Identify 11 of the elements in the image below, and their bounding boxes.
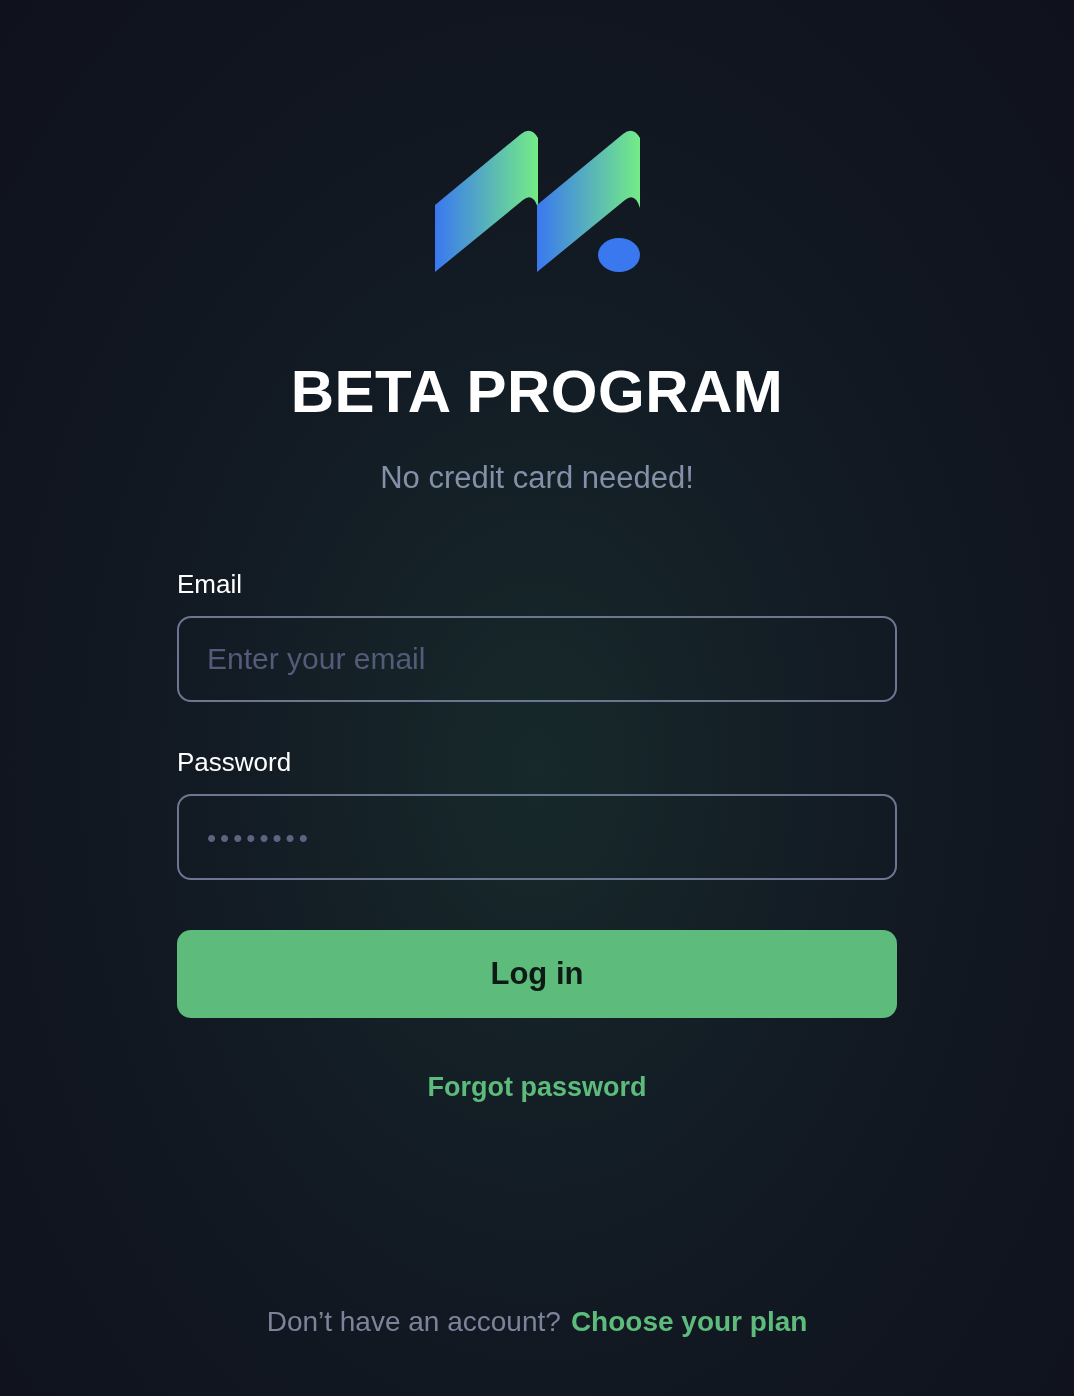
password-field[interactable]: •••••••• bbox=[177, 794, 897, 880]
forgot-password-link[interactable]: Forgot password bbox=[427, 1070, 647, 1104]
login-button[interactable]: Log in bbox=[177, 930, 897, 1018]
field-label: Password bbox=[177, 746, 292, 778]
choose-plan-link[interactable]: Choose your plan bbox=[570, 1306, 808, 1338]
footer-text: Don’t have an account? bbox=[266, 1306, 561, 1338]
logo-icon bbox=[434, 130, 641, 272]
email-field[interactable]: Enter your email bbox=[177, 616, 897, 702]
field-label: Email bbox=[177, 568, 242, 600]
page-title: BETA PROGRAM bbox=[290, 357, 784, 427]
subtitle: No credit card needed! bbox=[380, 459, 694, 497]
